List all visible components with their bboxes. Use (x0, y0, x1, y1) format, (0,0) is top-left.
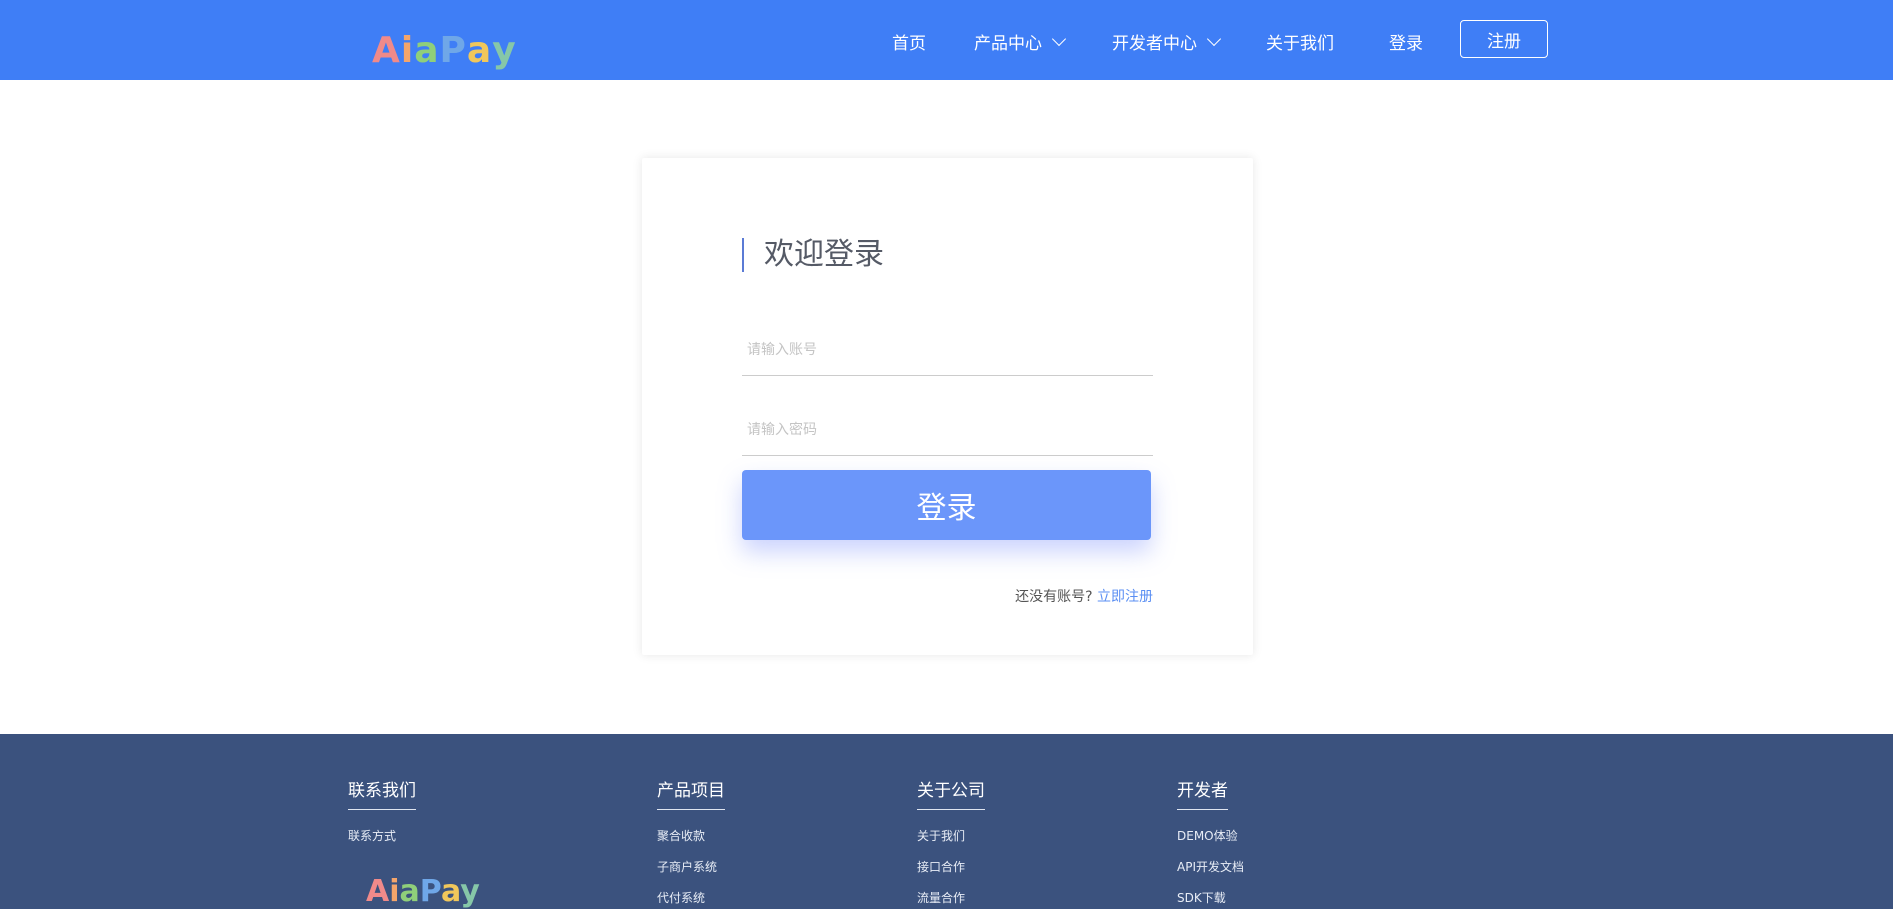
aiapay-logo[interactable]: AiaPay (372, 30, 517, 71)
footer-column-title: 联系我们 (348, 776, 416, 810)
logo-letter: A (372, 30, 401, 71)
footer-column-contact: 联系我们 联系方式 (348, 776, 416, 842)
logo-letter: i (389, 874, 400, 909)
login-card: 欢迎登录 登录 还没有账号? 立即注册 (642, 158, 1253, 655)
chevron-down-icon (1051, 31, 1067, 46)
site-footer: 联系我们 联系方式 AiaPay 产品项目 聚合收款 子商户系统 代付系统 关于… (0, 734, 1893, 909)
nav-login[interactable]: 登录 (1389, 29, 1423, 54)
login-submit-label: 登录 (916, 491, 977, 526)
logo-letter: a (440, 874, 461, 909)
logo-letter: y (460, 874, 480, 909)
logo-letter: y (492, 30, 517, 71)
top-navbar: AiaPay 首页 产品中心 开发者中心 关于我们 登录 注册 (0, 0, 1893, 80)
footer-link[interactable]: 代付系统 (657, 892, 725, 904)
logo-letter: i (400, 30, 415, 71)
account-field (742, 324, 1153, 376)
nav-about[interactable]: 关于我们 (1266, 29, 1334, 54)
nav-login-label: 登录 (1389, 34, 1423, 54)
login-submit-button[interactable]: 登录 (742, 470, 1151, 540)
register-button[interactable]: 注册 (1460, 20, 1548, 58)
footer-column-products: 产品项目 聚合收款 子商户系统 代付系统 (657, 776, 725, 904)
nav-products-dropdown[interactable]: 产品中心 (974, 29, 1067, 54)
no-account-text: 还没有账号? (1015, 589, 1093, 605)
logo-letter: a (399, 874, 420, 909)
footer-link[interactable]: SDK下载 (1177, 892, 1244, 904)
nav-developers-dropdown[interactable]: 开发者中心 (1112, 29, 1222, 54)
signup-link[interactable]: 立即注册 (1097, 589, 1153, 605)
footer-logo: AiaPay (366, 874, 480, 909)
footer-link[interactable]: 联系方式 (348, 830, 416, 842)
footer-link[interactable]: DEMO体验 (1177, 830, 1244, 842)
nav-home-label: 首页 (892, 34, 926, 54)
logo-letter: A (366, 874, 390, 909)
logo-letter: P (419, 874, 441, 909)
logo-letter: a (466, 30, 493, 71)
footer-link[interactable]: 聚合收款 (657, 830, 725, 842)
password-input[interactable] (742, 404, 1153, 455)
footer-link[interactable]: 流量合作 (917, 892, 985, 904)
register-button-label: 注册 (1487, 31, 1521, 52)
footer-column-title: 关于公司 (917, 776, 985, 810)
nav-products-label: 产品中心 (974, 34, 1042, 54)
logo-letter: P (439, 30, 467, 71)
footer-column-title: 开发者 (1177, 776, 1228, 810)
footer-link[interactable]: API开发文档 (1177, 861, 1244, 873)
logo-letter: a (414, 30, 440, 71)
chevron-down-icon (1206, 31, 1222, 46)
footer-link[interactable]: 接口合作 (917, 861, 985, 873)
login-title: 欢迎登录 (742, 238, 884, 272)
footer-link[interactable]: 子商户系统 (657, 861, 725, 873)
password-field (742, 404, 1153, 456)
signup-prompt: 还没有账号? 立即注册 (1015, 586, 1153, 606)
footer-column-title: 产品项目 (657, 776, 725, 810)
nav-developers-label: 开发者中心 (1112, 34, 1197, 54)
nav-about-label: 关于我们 (1266, 34, 1334, 54)
footer-column-developers: 开发者 DEMO体验 API开发文档 SDK下载 (1177, 776, 1244, 904)
footer-link[interactable]: 关于我们 (917, 830, 985, 842)
account-input[interactable] (742, 324, 1153, 375)
footer-column-company: 关于公司 关于我们 接口合作 流量合作 (917, 776, 985, 904)
nav-home[interactable]: 首页 (892, 29, 926, 54)
